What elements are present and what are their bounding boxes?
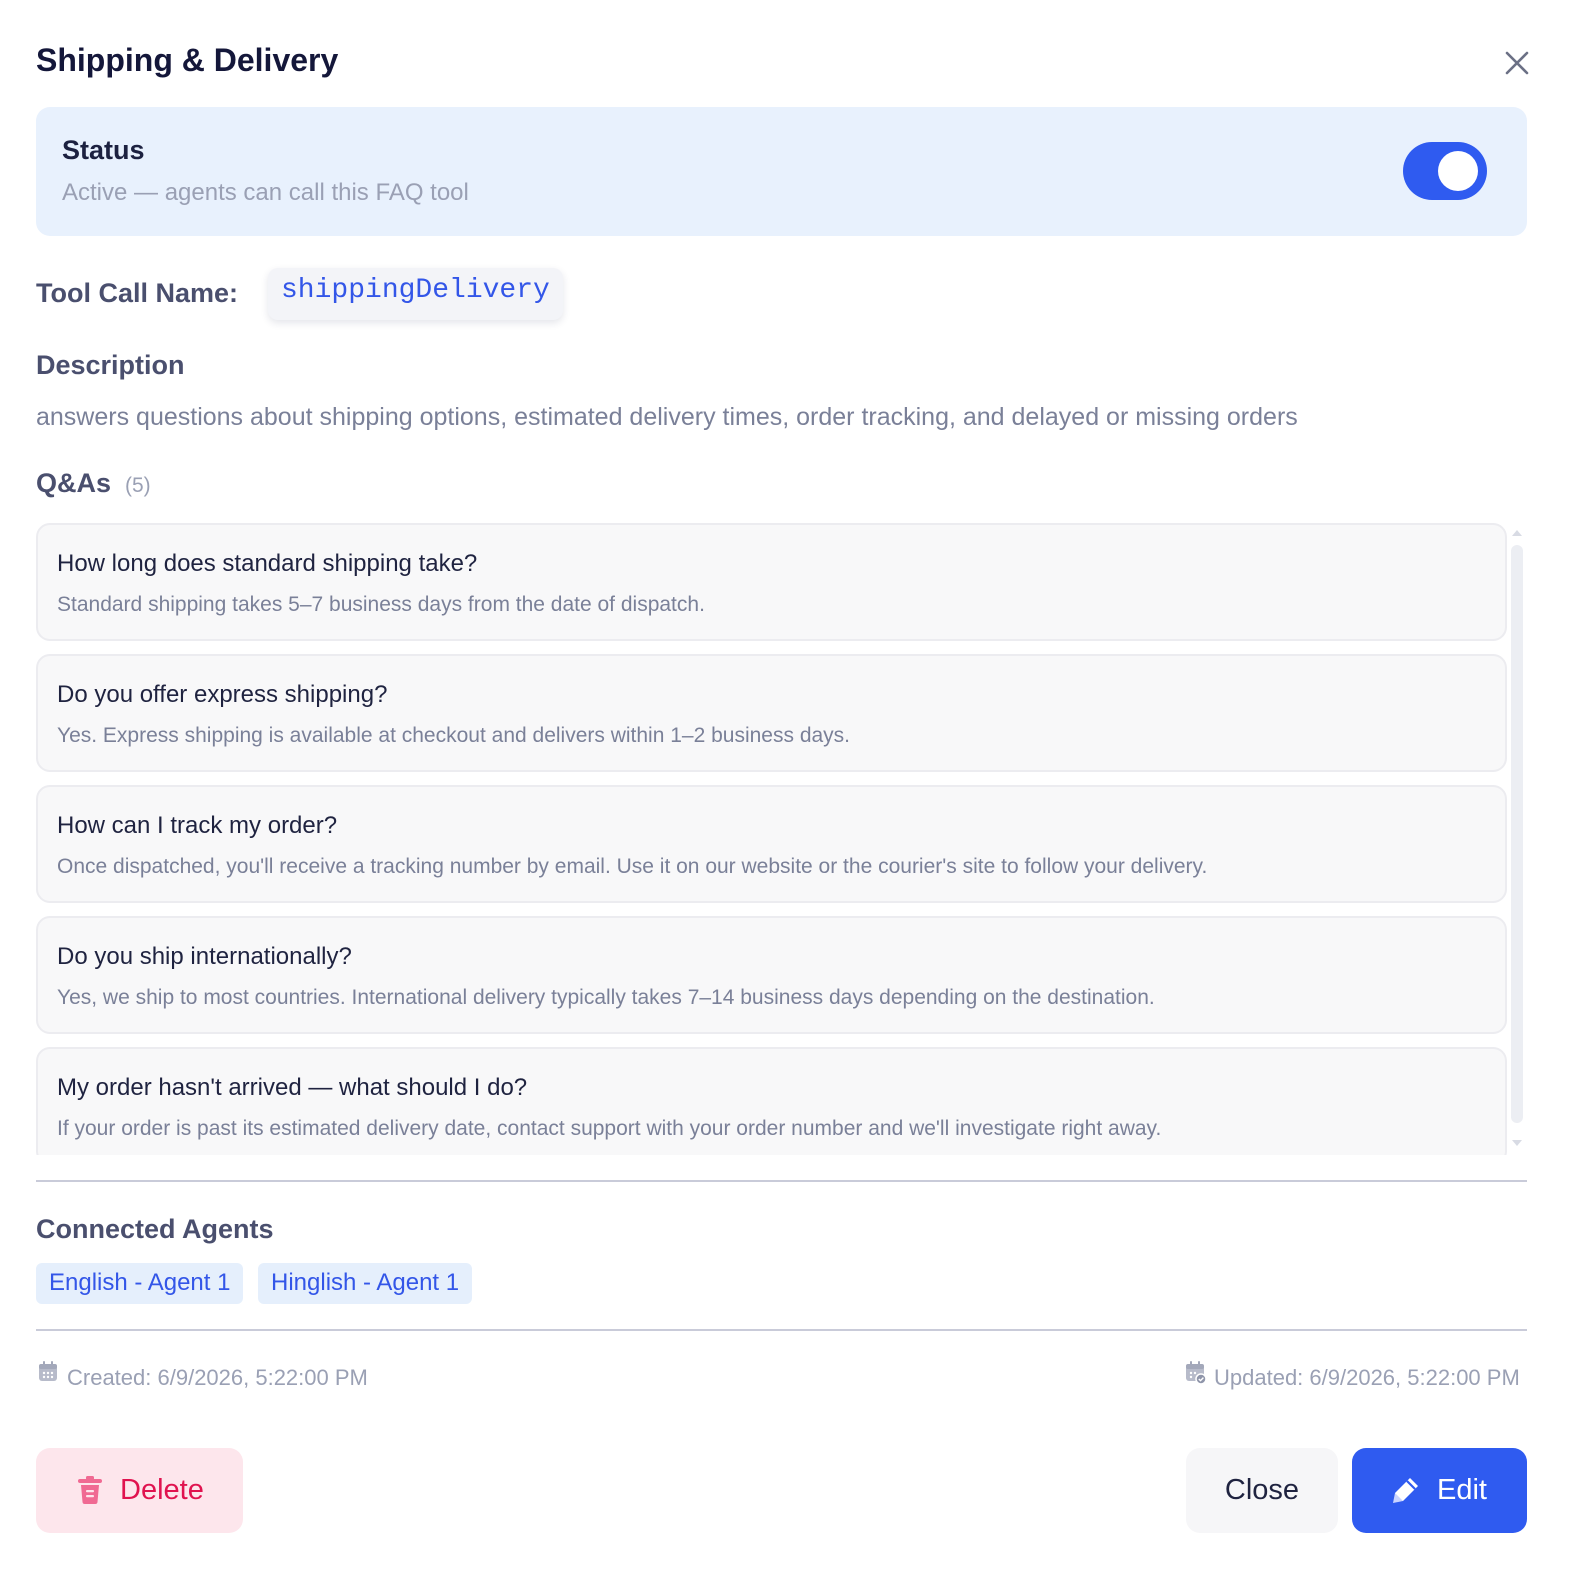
divider	[36, 1180, 1527, 1182]
description-text: answers questions about shipping options…	[36, 403, 1298, 431]
close-icon[interactable]	[1502, 48, 1532, 78]
qa-question: Do you offer express shipping?	[57, 681, 388, 708]
trash-icon	[78, 1476, 102, 1504]
delete-label: Delete	[120, 1474, 204, 1506]
scroll-up-arrow-icon[interactable]	[1512, 530, 1522, 536]
calendar-check-icon	[1186, 1361, 1207, 1385]
agent-chip-english[interactable]: English - Agent 1	[36, 1263, 244, 1304]
toggle-knob	[1438, 151, 1478, 191]
updated-text: Updated: 6/9/2026, 5:22:00 PM	[1214, 1365, 1520, 1390]
qa-item: Do you offer express shipping? Yes. Expr…	[36, 654, 1507, 772]
qa-item: How long does standard shipping take? St…	[36, 523, 1507, 641]
qa-item: My order hasn't arrived — what should I …	[36, 1047, 1507, 1155]
qa-question: How can I track my order?	[57, 812, 338, 839]
qa-question: Do you ship internationally?	[57, 943, 352, 970]
qa-list: How long does standard shipping take? St…	[36, 523, 1507, 1155]
qa-question: How long does standard shipping take?	[57, 550, 478, 577]
created-meta: Created: 6/9/2026, 5:22:00 PM	[36, 1361, 368, 1391]
created-text: Created: 6/9/2026, 5:22:00 PM	[67, 1365, 368, 1390]
edit-label: Edit	[1437, 1474, 1487, 1506]
qa-answer: Yes, we ship to most countries. Internat…	[57, 986, 1155, 1009]
scroll-down-arrow-icon[interactable]	[1512, 1140, 1522, 1146]
divider	[36, 1329, 1527, 1331]
status-subtitle: Active — agents can call this FAQ tool	[62, 179, 469, 206]
qas-count: (5)	[125, 474, 151, 497]
qa-scrollbar[interactable]	[1511, 545, 1523, 1123]
qa-answer: Standard shipping takes 5–7 business day…	[57, 593, 705, 616]
status-card: Status Active — agents can call this FAQ…	[36, 107, 1527, 236]
qa-question: My order hasn't arrived — what should I …	[57, 1074, 528, 1101]
edit-button[interactable]: Edit	[1352, 1448, 1527, 1533]
qa-item: How can I track my order? Once dispatche…	[36, 785, 1507, 903]
status-title: Status	[62, 135, 145, 165]
calendar-icon	[39, 1361, 57, 1381]
tool-call-name-value: shippingDelivery	[268, 268, 563, 320]
tool-call-name-label: Tool Call Name:	[36, 278, 239, 308]
qa-answer: Once dispatched, you'll receive a tracki…	[57, 855, 1208, 878]
delete-button[interactable]: Delete	[36, 1448, 243, 1533]
qa-answer: If your order is past its estimated deli…	[57, 1117, 1162, 1140]
qa-item: Do you ship internationally? Yes, we shi…	[36, 916, 1507, 1034]
dialog-title: Shipping & Delivery	[36, 42, 339, 78]
qa-answer: Yes. Express shipping is available at ch…	[57, 724, 851, 747]
updated-meta: Updated: 6/9/2026, 5:22:00 PM	[1183, 1361, 1520, 1391]
close-button[interactable]: Close	[1186, 1448, 1338, 1533]
qas-label: Q&As	[36, 468, 112, 498]
connected-agents-label: Connected Agents	[36, 1214, 274, 1244]
description-label: Description	[36, 350, 185, 380]
status-toggle[interactable]	[1403, 142, 1487, 200]
agent-chip-hinglish[interactable]: Hinglish - Agent 1	[258, 1263, 473, 1304]
pencil-icon	[1393, 1478, 1418, 1503]
